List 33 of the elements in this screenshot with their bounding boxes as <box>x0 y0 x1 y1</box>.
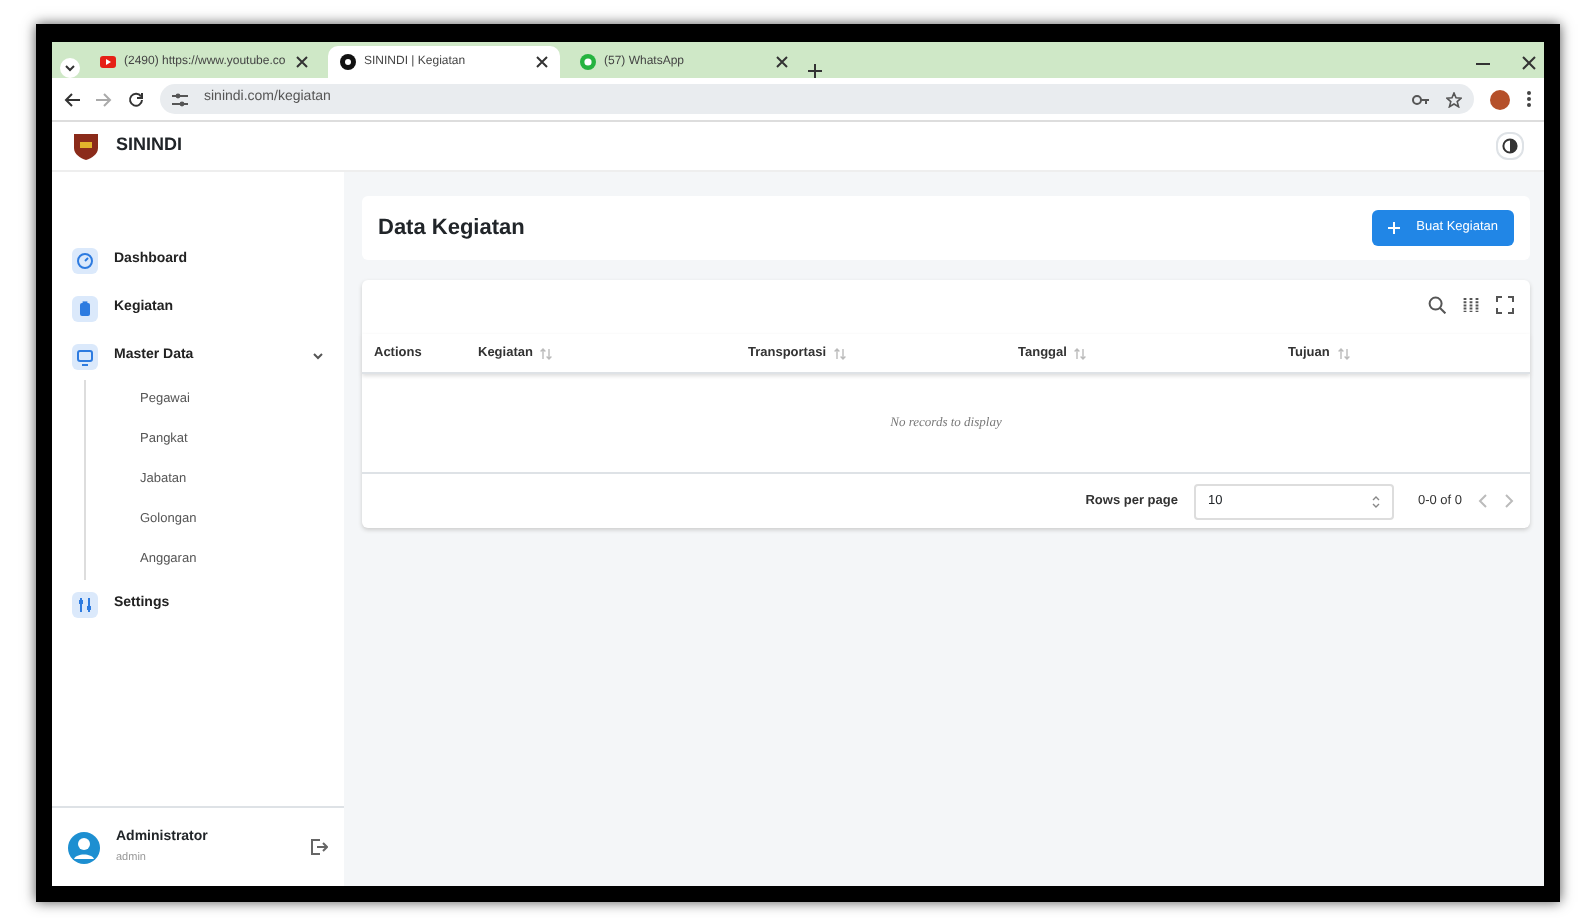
page-title: Data Kegiatan <box>378 213 525 244</box>
chevron-down-icon[interactable] <box>312 350 324 362</box>
theme-toggle-button[interactable] <box>1496 132 1524 160</box>
plus-icon[interactable] <box>808 64 822 78</box>
reload-icon[interactable] <box>128 91 144 107</box>
shield-logo-icon <box>72 132 100 160</box>
close-icon[interactable] <box>1522 55 1536 69</box>
profile-avatar-icon[interactable] <box>1490 89 1510 109</box>
columns-icon[interactable] <box>1462 296 1480 314</box>
key-icon[interactable] <box>1412 93 1430 105</box>
user-avatar-icon <box>68 831 100 863</box>
updown-icon <box>1371 495 1380 507</box>
close-icon[interactable] <box>776 56 788 68</box>
gauge-icon <box>72 247 98 273</box>
close-icon[interactable] <box>296 56 308 68</box>
back-icon[interactable] <box>64 91 80 107</box>
chat-icon <box>580 54 596 70</box>
site-settings-icon <box>172 91 188 107</box>
play-icon <box>100 54 116 70</box>
logout-icon[interactable] <box>310 838 328 856</box>
star-icon[interactable] <box>1446 91 1462 107</box>
plus-icon <box>1388 222 1401 234</box>
fullscreen-icon[interactable] <box>1496 296 1514 314</box>
sliders-icon <box>72 591 98 617</box>
brand-name: SININDI <box>116 132 183 159</box>
tab-list-icon[interactable] <box>60 58 80 78</box>
clipboard-icon <box>72 295 98 321</box>
circle-icon <box>340 54 356 70</box>
monitor-icon <box>72 343 98 369</box>
search-icon[interactable] <box>1428 296 1446 314</box>
close-icon[interactable] <box>536 56 548 68</box>
theme-icon <box>1502 138 1518 154</box>
more-icon[interactable] <box>1526 90 1532 108</box>
